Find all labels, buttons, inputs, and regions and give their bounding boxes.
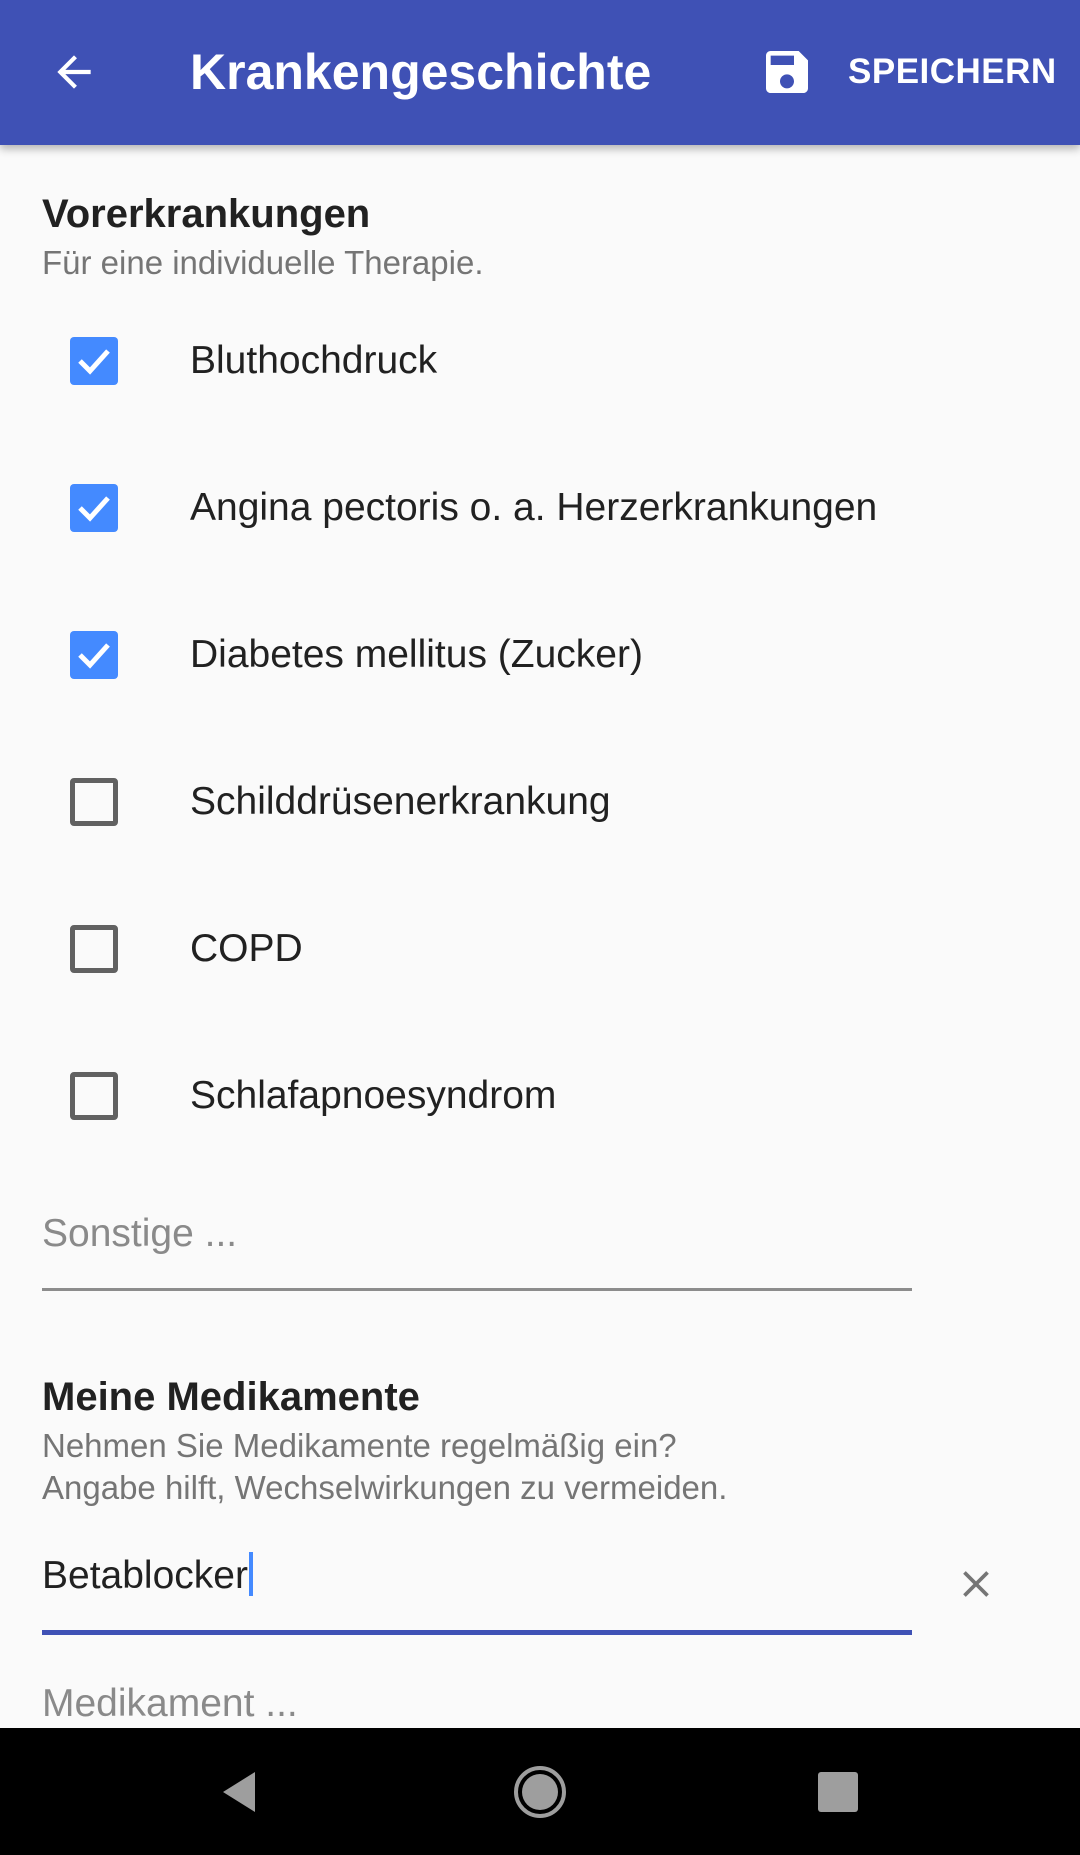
checkbox-unchecked[interactable] [70,925,118,973]
condition-row-copd[interactable]: COPD [0,880,1080,1020]
other-conditions-input[interactable] [42,1204,912,1264]
checkbox-checked[interactable] [70,484,118,532]
nav-home-button[interactable] [504,1756,576,1828]
app-bar: Krankengeschichte SPEICHERN [0,0,1080,145]
floppy-disk-icon [752,36,822,108]
pre-conditions-title: Vorerkrankungen [42,192,371,236]
condition-label: Bluthochdruck [190,339,438,382]
back-button[interactable] [38,36,110,108]
close-icon [963,1571,989,1597]
back-triangle-icon [223,1772,255,1812]
medical-history-screen: Krankengeschichte SPEICHERN Vorerkrankun… [0,0,1080,1855]
new-medication-input[interactable] [42,1674,912,1734]
condition-row-angina[interactable]: Angina pectoris o. a. Herzerkrankungen [0,439,1080,579]
checkbox-checked[interactable] [70,631,118,679]
checkmark-icon [78,349,110,375]
medications-subtitle-line2: Angabe hilft, Wechselwirkungen zu vermei… [42,1469,728,1506]
medications-subtitle-line1: Nehmen Sie Medikamente regelmäßig ein? [42,1427,677,1464]
checkbox-unchecked[interactable] [70,1072,118,1120]
checkbox-unchecked[interactable] [70,778,118,826]
condition-row-diabetes[interactable]: Diabetes mellitus (Zucker) [0,586,1080,726]
field-underline-focused [42,1630,912,1635]
nav-back-button[interactable] [203,1756,275,1828]
recents-square-icon [818,1772,858,1812]
condition-row-schilddruese[interactable]: Schilddrüsenerkrankung [0,733,1080,873]
condition-label: Schilddrüsenerkrankung [190,780,611,823]
medication-entry-text[interactable]: Betablocker [42,1546,253,1606]
other-conditions-field [42,1204,912,1291]
condition-label: Diabetes mellitus (Zucker) [190,633,643,676]
system-navigation-bar [0,1728,1080,1855]
pre-conditions-subtitle: Für eine individuelle Therapie. [42,244,484,281]
medications-title: Meine Medikamente [42,1375,420,1419]
medication-entry-field[interactable]: Betablocker [42,1546,912,1636]
checkmark-icon [78,643,110,669]
checkmark-icon [78,496,110,522]
clear-medication-button[interactable] [940,1548,1012,1620]
save-button[interactable]: SPEICHERN [752,36,1062,108]
arrow-back-icon [57,55,91,89]
field-underline [42,1288,912,1291]
nav-recents-button[interactable] [802,1756,874,1828]
checkbox-checked[interactable] [70,337,118,385]
condition-label: COPD [190,927,303,970]
text-cursor [248,1552,253,1596]
condition-row-bluthochdruck[interactable]: Bluthochdruck [0,292,1080,432]
save-button-label: SPEICHERN [848,52,1057,91]
condition-label: Angina pectoris o. a. Herzerkrankungen [190,486,878,529]
page-title: Krankengeschichte [190,44,652,100]
medication-entry-value: Betablocker [42,1554,248,1597]
home-circle-icon [514,1766,566,1818]
new-medication-field [42,1674,912,1734]
condition-row-schlafapnoe[interactable]: Schlafapnoesyndrom [0,1027,1080,1167]
condition-label: Schlafapnoesyndrom [190,1074,557,1117]
